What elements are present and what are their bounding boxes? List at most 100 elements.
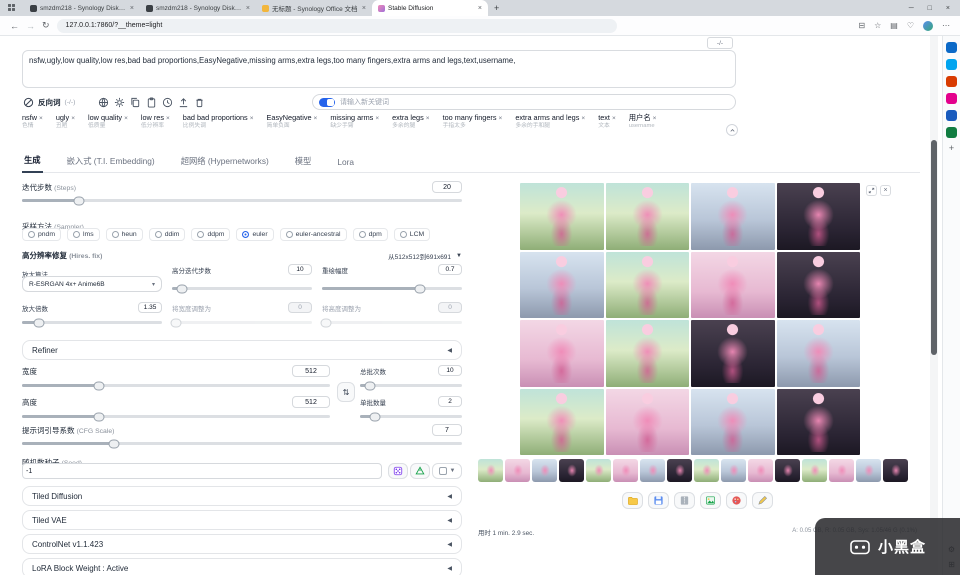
cfg-input[interactable]: 7 [432, 424, 462, 436]
sidebar-games-icon[interactable] [946, 93, 957, 104]
tab-generate[interactable]: 生成 [22, 150, 43, 173]
tag-close-icon[interactable]: × [653, 115, 657, 122]
sampler-option-ddpm[interactable]: ddpm [191, 228, 231, 241]
accordion-tiled-vae[interactable]: Tiled VAE ◀ [22, 510, 462, 530]
tag-close-icon[interactable]: × [124, 115, 128, 122]
resize-width-input[interactable]: 0 [288, 302, 312, 313]
tag-close-icon[interactable]: × [314, 115, 318, 122]
send-to-img2img-button[interactable] [700, 492, 721, 509]
steps-slider[interactable] [22, 196, 462, 205]
height-input[interactable]: 512 [292, 396, 330, 408]
new-keyword-input[interactable]: 请输入新关键词 [340, 97, 389, 107]
denoising-slider[interactable] [322, 284, 462, 293]
history-icon[interactable] [161, 96, 173, 108]
cfg-slider[interactable] [22, 439, 462, 448]
tag-close-icon[interactable]: × [375, 115, 379, 122]
upload-icon[interactable] [177, 96, 189, 108]
send-to-inpaint-button[interactable] [726, 492, 747, 509]
random-seed-button[interactable] [388, 463, 408, 479]
gallery-thumbnail[interactable] [613, 459, 638, 482]
tag-close-icon[interactable]: × [250, 115, 254, 122]
gallery-thumbnail[interactable] [721, 459, 746, 482]
steps-input[interactable]: 20 [432, 181, 462, 193]
tag-close-icon[interactable]: × [426, 115, 430, 122]
paste-icon[interactable] [145, 96, 157, 108]
hires-steps-input[interactable]: 10 [288, 264, 312, 275]
sidebar-add-icon[interactable]: + [949, 144, 954, 153]
tag-close-icon[interactable]: × [499, 115, 503, 122]
open-folder-button[interactable] [622, 492, 643, 509]
close-icon[interactable]: × [946, 5, 950, 12]
upscale-by-input[interactable]: 1.35 [138, 302, 162, 313]
resize-height-slider[interactable] [320, 318, 462, 327]
sampler-option-heun[interactable]: heun [105, 228, 143, 241]
gallery-thumbnail[interactable] [505, 459, 530, 482]
height-slider[interactable] [22, 412, 330, 421]
tag-chip[interactable]: missing arms × 缺少手臂 [330, 113, 379, 130]
tab-close-icon[interactable]: × [130, 5, 134, 12]
minimize-icon[interactable]: ─ [909, 5, 914, 12]
hires-steps-slider[interactable] [172, 284, 312, 293]
batch-count-input[interactable]: 10 [438, 365, 462, 376]
settings-icon[interactable] [113, 96, 125, 108]
browser-tab-1[interactable]: smzdm218 - Synology DiskStati...× [24, 0, 140, 16]
sampler-option-dpm[interactable]: dpm [352, 228, 388, 241]
gallery-thumbnail[interactable] [856, 459, 881, 482]
sidebar-excel-icon[interactable] [946, 127, 957, 138]
browser-tab-2[interactable]: smzdm218 - Synology DiskStati...× [140, 0, 256, 16]
result-image-grid[interactable] [520, 183, 860, 455]
accordion-controlnet[interactable]: ControlNet v1.1.423 ◀ [22, 534, 462, 554]
accordion-refiner[interactable]: Refiner ◀ [22, 340, 462, 360]
negative-prompt-textarea[interactable]: nsfw,ugly,low quality,low res,bad bad pr… [22, 50, 736, 88]
denoising-input[interactable]: 0.7 [438, 264, 462, 275]
seed-extra-checkbox[interactable] [438, 467, 447, 475]
sampler-option-ddim[interactable]: ddim [148, 228, 186, 241]
tag-close-icon[interactable]: × [39, 115, 43, 122]
browser-tab-4-active[interactable]: Stable Diffusion × [372, 0, 488, 16]
batch-size-slider[interactable] [360, 412, 462, 421]
sampler-option-lcm[interactable]: LCM [393, 228, 431, 241]
tag-chip[interactable]: 用户名 × username [629, 113, 657, 130]
maximize-icon[interactable]: □ [928, 5, 932, 12]
hires-fix-header[interactable]: 高分辨率修复 (Hires. fix) 从512x512到691x691 ▼ [22, 250, 462, 261]
collections-icon[interactable]: ▤ [890, 21, 898, 30]
sampler-option-euler-selected[interactable]: euler [236, 228, 274, 241]
tag-close-icon[interactable]: × [166, 115, 170, 122]
tag-chip[interactable]: too many fingers × 手指太多 [443, 113, 503, 130]
sampler-option-pndm[interactable]: pndm [22, 228, 62, 241]
page-scrollbar[interactable] [930, 36, 938, 575]
tag-close-icon[interactable]: × [71, 115, 75, 122]
send-to-extras-button[interactable] [752, 492, 773, 509]
sidebar-word-icon[interactable] [946, 110, 957, 121]
split-screen-icon[interactable]: ⊟ [858, 21, 865, 30]
sampler-option-lms[interactable]: lms [67, 228, 100, 241]
save-zip-button[interactable] [674, 492, 695, 509]
tag-chip[interactable]: ugly × 丑陋 [56, 113, 75, 130]
gallery-thumbnail[interactable] [748, 459, 773, 482]
tag-chip[interactable]: extra arms and legs × 多余的手和腿 [515, 113, 585, 130]
tag-chip[interactable]: text × 文本 [598, 113, 616, 130]
reuse-seed-button[interactable] [410, 463, 430, 479]
tab-lora[interactable]: Lora [335, 153, 356, 172]
gallery-thumbnail[interactable] [694, 459, 719, 482]
width-input[interactable]: 512 [292, 365, 330, 377]
tag-chip[interactable]: nsfw × 色情 [22, 113, 43, 130]
accordion-tiled-diffusion[interactable]: Tiled Diffusion ◀ [22, 486, 462, 506]
close-gallery-icon[interactable]: × [880, 185, 891, 196]
tab-close-icon[interactable]: × [362, 5, 366, 12]
favorites-star-icon[interactable]: ☆ [874, 21, 881, 30]
swap-dimensions-button[interactable]: ⇅ [337, 382, 355, 402]
sidebar-copilot-icon[interactable] [946, 59, 957, 70]
gallery-thumbnail[interactable] [532, 459, 557, 482]
browser-essentials-icon[interactable]: ♡ [907, 21, 914, 30]
sampler-option-euler-ancestral[interactable]: euler-ancestral [279, 228, 347, 241]
gallery-thumbnail[interactable] [667, 459, 692, 482]
gallery-thumbnail[interactable] [883, 459, 908, 482]
translate-icon[interactable] [97, 96, 109, 108]
gallery-thumbnail[interactable] [775, 459, 800, 482]
sidebar-microsoft365-icon[interactable] [946, 76, 957, 87]
tag-chip[interactable]: low quality × 低质量 [88, 113, 128, 130]
gallery-thumbnail[interactable] [586, 459, 611, 482]
profile-avatar[interactable] [923, 20, 933, 31]
forward-icon[interactable]: → [26, 21, 35, 31]
